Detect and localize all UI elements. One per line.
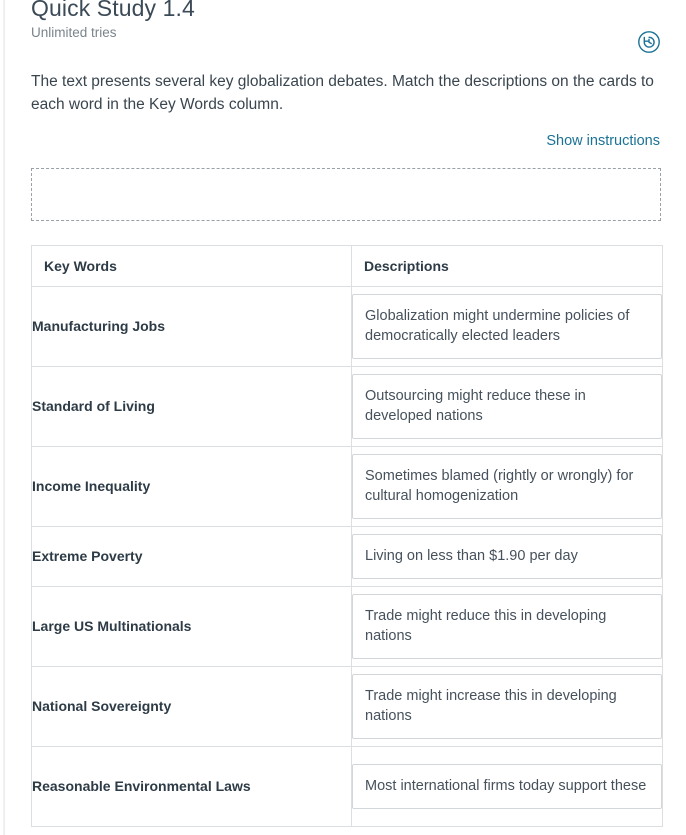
key-word-cell: National Sovereignty [31, 666, 352, 747]
table-body: Manufacturing Jobs Globalization might un… [31, 286, 663, 827]
description-cell: Living on less than $1.90 per day [351, 526, 663, 587]
description-card[interactable]: Most international firms today support t… [352, 764, 662, 809]
table-row: National Sovereignty Trade might increase… [31, 666, 663, 747]
key-word-cell: Manufacturing Jobs [31, 286, 352, 367]
card-dropzone[interactable] [31, 168, 661, 221]
table-row: Extreme Poverty Living on less than $1.90… [31, 526, 663, 587]
show-instructions-link[interactable]: Show instructions [546, 133, 660, 149]
instructions-text: The text presents several key globalizat… [31, 73, 654, 113]
description-cell: Sometimes blamed (rightly or wrongly) fo… [351, 446, 663, 527]
column-header-descriptions: Descriptions [351, 245, 663, 287]
table-header-row: Key Words Descriptions [31, 245, 663, 287]
key-word-cell: Large US Multinationals [31, 586, 352, 667]
description-card[interactable]: Outsourcing might reduce these in develo… [352, 374, 662, 439]
matching-table: Key Words Descriptions Manufacturing Job… [31, 245, 663, 827]
key-word-cell: Reasonable Environmental Laws [31, 746, 352, 827]
description-card[interactable]: Globalization might undermine policies o… [352, 294, 662, 359]
description-cell: Outsourcing might reduce these in develo… [351, 366, 663, 447]
column-header-key-words: Key Words [31, 245, 352, 287]
tries-label: Unlimited tries [31, 25, 117, 40]
description-cell: Trade might increase this in developing … [351, 666, 663, 747]
table-row: Large US Multinationals Trade might reduc… [31, 586, 663, 667]
description-card[interactable]: Living on less than $1.90 per day [352, 534, 662, 579]
key-word-cell: Income Inequality [31, 446, 352, 527]
table-row: Income Inequality Sometimes blamed (right… [31, 446, 663, 527]
description-card[interactable]: Sometimes blamed (rightly or wrongly) fo… [352, 454, 662, 519]
table-row: Manufacturing Jobs Globalization might un… [31, 286, 663, 367]
key-word-cell: Extreme Poverty [31, 526, 352, 587]
table-row: Reasonable Environmental Laws Most intern… [31, 746, 663, 827]
activity-page: Quick Study 1.4 Unlimited tries The text… [0, 0, 686, 827]
history-restore-icon[interactable] [637, 30, 661, 54]
description-card[interactable]: Trade might increase this in developing … [352, 674, 662, 739]
description-cell: Trade might reduce this in developing na… [351, 586, 663, 667]
instructions-row: Show instructions [31, 116, 661, 150]
description-card[interactable]: Trade might reduce this in developing na… [352, 594, 662, 659]
key-word-cell: Standard of Living [31, 366, 352, 447]
description-cell: Globalization might undermine policies o… [351, 286, 663, 367]
table-row: Standard of Living Outsourcing might redu… [31, 366, 663, 447]
description-cell: Most international firms today support t… [352, 747, 663, 827]
page-title: Quick Study 1.4 [31, 0, 195, 21]
